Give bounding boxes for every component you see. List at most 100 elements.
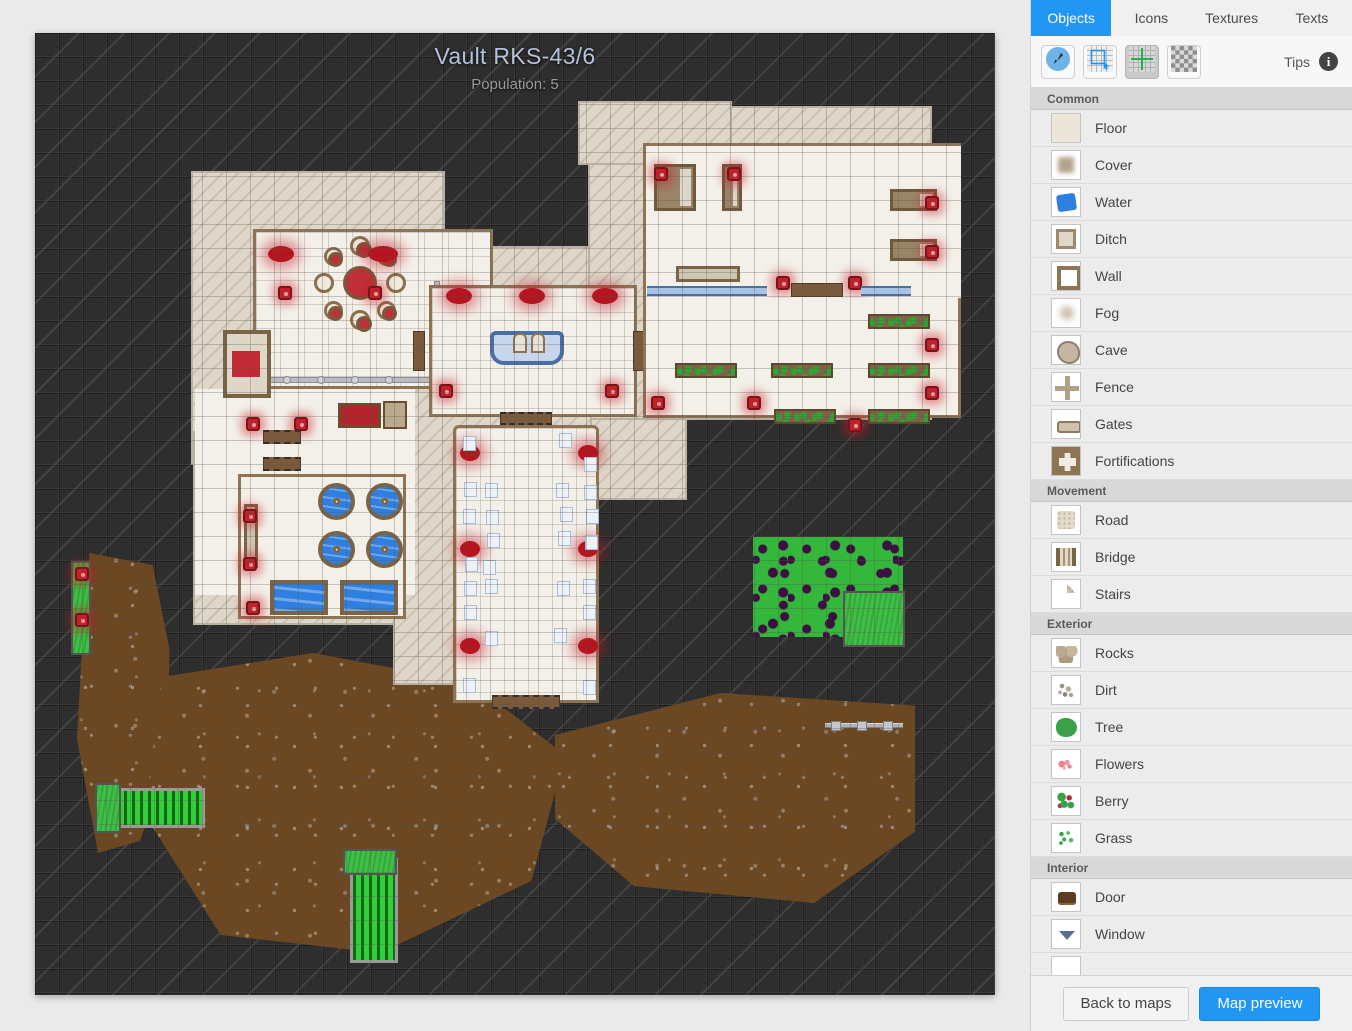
blood-hall-2 bbox=[519, 288, 545, 304]
paper-20 bbox=[583, 579, 596, 594]
object-item-fog[interactable]: Fog bbox=[1031, 295, 1352, 332]
berry-swatch-icon bbox=[1051, 786, 1081, 816]
dirt-swatch-icon bbox=[1051, 675, 1081, 705]
object-item-label: Door bbox=[1095, 889, 1126, 905]
map-canvas[interactable]: Vault RKS-43/6 Population: 5 bbox=[35, 33, 995, 995]
grass-patch-field-west bbox=[97, 785, 119, 831]
fence-post-3 bbox=[883, 721, 893, 731]
map-preview-button[interactable]: Map preview bbox=[1199, 986, 1321, 1021]
crop-field-south bbox=[350, 858, 398, 963]
object-item-label: Road bbox=[1095, 512, 1129, 528]
object-item-cover[interactable]: Cover bbox=[1031, 147, 1352, 184]
cover-swatch-icon bbox=[1051, 150, 1081, 180]
paper-23 bbox=[485, 631, 498, 646]
object-item-dirt[interactable]: Dirt bbox=[1031, 672, 1352, 709]
bathtub-fixture-1 bbox=[513, 333, 527, 353]
blood-office-3 bbox=[460, 541, 480, 557]
object-item-water[interactable]: Water bbox=[1031, 184, 1352, 221]
fence-post-2 bbox=[857, 721, 867, 731]
brush-tool-button[interactable] bbox=[1041, 44, 1075, 79]
object-item-cave[interactable]: Cave bbox=[1031, 332, 1352, 369]
torch-utility-1 bbox=[243, 509, 257, 523]
torch-dorm-4 bbox=[925, 245, 939, 259]
torch-green-2 bbox=[925, 386, 939, 400]
object-item-label: Grass bbox=[1095, 830, 1133, 846]
object-item-partial-next[interactable] bbox=[1031, 953, 1352, 975]
paper-14 bbox=[585, 535, 598, 550]
chair-w bbox=[314, 273, 334, 293]
torch-hall-left bbox=[439, 384, 453, 398]
object-item-label: Floor bbox=[1095, 120, 1127, 136]
stool-se bbox=[382, 306, 397, 321]
object-item-berry[interactable]: Berry bbox=[1031, 783, 1352, 820]
group-header-interior: Interior bbox=[1031, 857, 1352, 879]
object-item-label: Water bbox=[1095, 194, 1132, 210]
object-item-fence[interactable]: Fence bbox=[1031, 369, 1352, 406]
torch-workshop-2 bbox=[294, 417, 308, 431]
blood-hall-3 bbox=[592, 288, 618, 304]
planter-1 bbox=[868, 314, 930, 329]
stool-s bbox=[356, 316, 372, 332]
map-editor-app: Vault RKS-43/6 Population: 5 Objects Ico… bbox=[0, 0, 1352, 1031]
object-item-road[interactable]: Road bbox=[1031, 502, 1352, 539]
torch-dorm-1 bbox=[654, 167, 668, 181]
rectangle-select-icon bbox=[1087, 46, 1113, 77]
object-item-gates[interactable]: Gates bbox=[1031, 406, 1352, 443]
floor-swatch-icon bbox=[1051, 113, 1081, 143]
paper-10 bbox=[560, 507, 573, 522]
tab-objects[interactable]: Objects bbox=[1031, 0, 1112, 36]
fence-post-1 bbox=[831, 721, 841, 731]
object-item-flowers[interactable]: Flowers bbox=[1031, 746, 1352, 783]
transparency-tool-button[interactable] bbox=[1167, 44, 1201, 79]
fortifications-swatch-icon bbox=[1051, 446, 1081, 476]
rectangle-select-tool-button[interactable] bbox=[1083, 44, 1117, 79]
planter-4 bbox=[868, 363, 930, 378]
object-item-rocks[interactable]: Rocks bbox=[1031, 635, 1352, 672]
object-item-bridge[interactable]: Bridge bbox=[1031, 539, 1352, 576]
tab-texts[interactable]: Texts bbox=[1272, 0, 1352, 36]
door-swatch-icon bbox=[1051, 882, 1081, 912]
panel-footer: Back to maps Map preview bbox=[1031, 975, 1352, 1031]
door-utility-north2 bbox=[263, 457, 301, 471]
torch-dining-left bbox=[278, 286, 292, 300]
paper-18 bbox=[485, 579, 498, 594]
object-item-fortifications[interactable]: Fortifications bbox=[1031, 443, 1352, 480]
object-item-label: Window bbox=[1095, 926, 1145, 942]
torch-ext-1 bbox=[75, 567, 89, 581]
object-item-ditch[interactable]: Ditch bbox=[1031, 221, 1352, 258]
tab-textures[interactable]: Textures bbox=[1192, 0, 1272, 36]
object-item-window[interactable]: Window bbox=[1031, 916, 1352, 953]
torch-utility-3 bbox=[246, 601, 260, 615]
planter-6 bbox=[868, 409, 930, 424]
object-item-label: Flowers bbox=[1095, 756, 1145, 772]
tab-icons[interactable]: Icons bbox=[1111, 0, 1191, 36]
window-swatch-icon bbox=[1051, 919, 1081, 949]
fence-swatch-icon bbox=[1051, 372, 1081, 402]
torch-workshop-1 bbox=[246, 417, 260, 431]
grid-crosshair-tool-button[interactable] bbox=[1125, 44, 1159, 79]
torch-green-1 bbox=[925, 338, 939, 352]
grid-crosshair-icon bbox=[1129, 46, 1155, 77]
torch-utility-2 bbox=[243, 557, 257, 571]
object-item-floor[interactable]: Floor bbox=[1031, 110, 1352, 147]
object-item-door[interactable]: Door bbox=[1031, 879, 1352, 916]
torch-dining-right bbox=[368, 286, 382, 300]
paper-24 bbox=[554, 628, 567, 643]
paper-25 bbox=[463, 678, 476, 693]
object-list[interactable]: Common Floor Cover Water Ditch Wall Fog … bbox=[1031, 88, 1352, 975]
water-swatch-icon bbox=[1051, 187, 1081, 217]
object-item-tree[interactable]: Tree bbox=[1031, 709, 1352, 746]
pipe-node-4 bbox=[385, 376, 393, 384]
paper-2 bbox=[559, 433, 572, 448]
ditch-swatch-icon bbox=[1051, 224, 1081, 254]
object-item-wall[interactable]: Wall bbox=[1031, 258, 1352, 295]
info-icon[interactable]: i bbox=[1319, 52, 1338, 71]
paper-26 bbox=[583, 680, 596, 695]
torch-dorm-2 bbox=[727, 167, 741, 181]
pipe-node-2 bbox=[317, 376, 325, 384]
torch-dorm-3 bbox=[925, 196, 939, 210]
object-item-stairs[interactable]: Stairs bbox=[1031, 576, 1352, 613]
object-item-grass[interactable]: Grass bbox=[1031, 820, 1352, 857]
planter-2 bbox=[675, 363, 737, 378]
back-to-maps-button[interactable]: Back to maps bbox=[1062, 986, 1190, 1021]
